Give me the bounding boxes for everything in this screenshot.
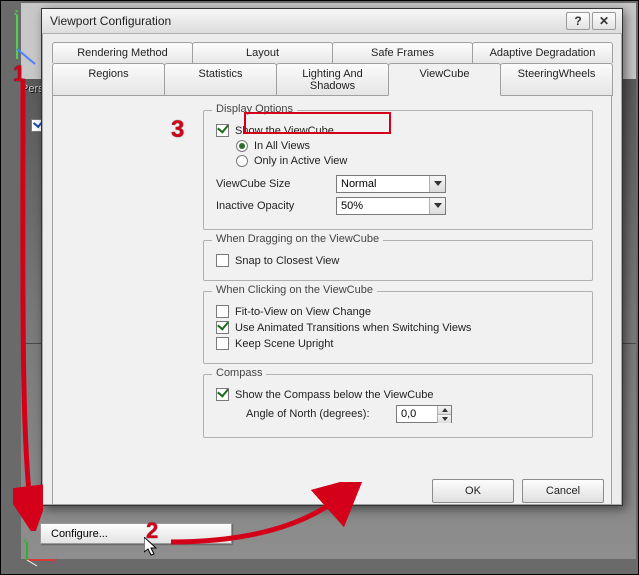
dialog-title: Viewport Configuration	[50, 14, 564, 28]
legend-dragging: When Dragging on the ViewCube	[212, 233, 383, 245]
checkbox-show-compass[interactable]	[216, 388, 229, 401]
checkbox-keep-upright[interactable]	[216, 337, 229, 350]
checkbox-animated-transitions[interactable]	[216, 321, 229, 334]
group-compass: Compass Show the Compass below the ViewC…	[203, 374, 593, 438]
configure-menu-label: Configure...	[51, 528, 108, 540]
legend-compass: Compass	[212, 367, 266, 379]
tab-panel-viewcube: Display Options Show the ViewCube In All…	[52, 95, 612, 505]
tab-layout[interactable]: Layout	[192, 42, 333, 63]
tab-viewcube[interactable]: ViewCube	[388, 63, 501, 96]
radio-in-all-views[interactable]	[236, 140, 248, 152]
checkbox-show-viewcube[interactable]	[216, 124, 229, 137]
group-clicking: When Clicking on the ViewCube Fit-to-Vie…	[203, 291, 593, 364]
combo-viewcube-size[interactable]: Normal	[336, 175, 446, 193]
label-inactive-opacity: Inactive Opacity	[216, 200, 336, 212]
tabs-row-1: Rendering Method Layout Safe Frames Adap…	[52, 42, 612, 63]
window-close-button[interactable]: ✕	[592, 12, 616, 30]
radio-only-active-view[interactable]	[236, 155, 248, 167]
axis-gizmo-icon: z	[11, 9, 41, 69]
combo-viewcube-size-value: Normal	[341, 178, 376, 190]
group-dragging: When Dragging on the ViewCube Snap to Cl…	[203, 240, 593, 281]
spinner-down-icon[interactable]	[438, 415, 451, 423]
legend-display-options: Display Options	[212, 103, 297, 115]
tab-regions[interactable]: Regions	[52, 63, 165, 96]
ok-button[interactable]: OK	[432, 479, 514, 503]
tab-rendering-method[interactable]: Rendering Method	[52, 42, 193, 63]
label-animated-transitions: Use Animated Transitions when Switching …	[235, 322, 471, 334]
app-stage: z Perspective Viewport Configuration ? ✕…	[0, 0, 639, 575]
chevron-down-icon	[429, 176, 445, 192]
viewport-configuration-dialog: Viewport Configuration ? ✕ Rendering Met…	[41, 8, 623, 506]
checkbox-fit-to-view[interactable]	[216, 305, 229, 318]
label-show-compass: Show the Compass below the ViewCube	[235, 389, 434, 401]
label-snap-closest: Snap to Closest View	[235, 255, 339, 267]
tabs-row-2: Regions Statistics Lighting And Shadows …	[52, 63, 612, 96]
configure-menu-item[interactable]: Configure...	[40, 523, 232, 544]
label-fit-to-view: Fit-to-View on View Change	[235, 306, 371, 318]
spinner-angle-north-value: 0,0	[397, 408, 437, 420]
tab-steeringwheels[interactable]: SteeringWheels	[500, 63, 613, 96]
legend-clicking: When Clicking on the ViewCube	[212, 284, 377, 296]
group-display-options: Display Options Show the ViewCube In All…	[203, 110, 593, 230]
dialog-titlebar[interactable]: Viewport Configuration ? ✕	[42, 9, 622, 34]
combo-inactive-opacity[interactable]: 50%	[336, 197, 446, 215]
checkbox-snap-closest[interactable]	[216, 254, 229, 267]
tab-safe-frames[interactable]: Safe Frames	[332, 42, 473, 63]
label-show-viewcube: Show the ViewCube	[235, 125, 334, 137]
combo-inactive-opacity-value: 50%	[341, 200, 363, 212]
tab-adaptive-degradation[interactable]: Adaptive Degradation	[472, 42, 613, 63]
svg-text:x: x	[53, 556, 57, 565]
label-only-active-view: Only in Active View	[254, 155, 347, 167]
svg-text:z: z	[14, 9, 19, 17]
label-viewcube-size: ViewCube Size	[216, 178, 336, 190]
window-help-button[interactable]: ?	[566, 12, 590, 30]
label-in-all-views: In All Views	[254, 140, 310, 152]
chevron-down-icon	[429, 198, 445, 214]
cancel-button[interactable]: Cancel	[522, 479, 604, 503]
tab-lighting-shadows[interactable]: Lighting And Shadows	[276, 63, 389, 96]
spinner-up-icon[interactable]	[438, 406, 451, 415]
label-keep-upright: Keep Scene Upright	[235, 338, 333, 350]
label-angle-north: Angle of North (degrees):	[246, 408, 396, 420]
axis-gizmo-bottom-icon: z x	[19, 538, 59, 568]
svg-text:z: z	[23, 538, 27, 544]
spinner-angle-north[interactable]: 0,0	[396, 405, 452, 423]
tab-statistics[interactable]: Statistics	[164, 63, 277, 96]
